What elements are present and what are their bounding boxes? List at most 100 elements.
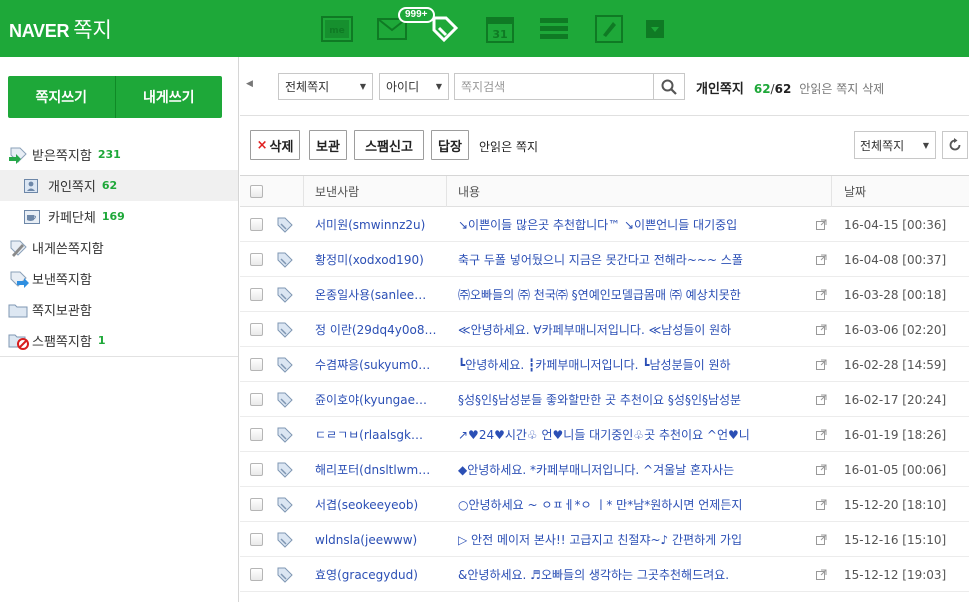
row-sender[interactable]: 황정미(xodxod190) <box>315 242 443 277</box>
refresh-button[interactable] <box>942 131 968 159</box>
table-row[interactable]: 온종일사용(sanlee… ㈜오빠들의 ㈜ 천국㈜ §연예인모델급몸매 ㈜ 예상치… <box>240 277 969 312</box>
table-row[interactable]: 효영(gracegydud) &안녕하세요. ♬오빠들의 생각하는 그곳추천해드려… <box>240 557 969 592</box>
sent-icon <box>10 271 29 288</box>
open-new-window-icon[interactable] <box>816 207 827 242</box>
row-content[interactable]: ▷ 안전 메이저 본사!! 고급지고 친절쟈~♪ 간편하게 가입 <box>458 522 798 557</box>
table-row[interactable]: 수겸쨔응(sukyum0… ┗안녕하세요. ┇카페부매니저입니다. ┗남성분들이 … <box>240 347 969 382</box>
open-new-window-icon[interactable] <box>816 382 827 417</box>
note-icon[interactable] <box>592 12 626 46</box>
folder-label: 개인쪽지 <box>48 180 96 195</box>
top-bar: NAVER 쪽지 me 999+ 31 <box>0 0 969 57</box>
delete-unread-link[interactable]: 안읽은 쪽지 삭제 <box>799 80 884 97</box>
table-row[interactable]: 황정미(xodxod190) 축구 두폴 넣어뒀으니 지금은 못간다고 전해라~~… <box>240 242 969 277</box>
row-content[interactable]: 축구 두폴 넣어뒀으니 지금은 못간다고 전해라~~~ 스폴 <box>458 242 798 277</box>
service-title[interactable]: 쪽지 <box>73 14 112 44</box>
row-sender[interactable]: 서겹(seokeeyeob) <box>315 487 443 522</box>
memo-icon[interactable]: me <box>320 12 354 46</box>
field-select[interactable]: 아이디 ▼ <box>379 73 449 100</box>
write-message-button[interactable]: 쪽지쓰기 <box>8 76 115 118</box>
message-icon <box>276 382 294 417</box>
row-content[interactable]: §성§인§남성분들 좋와할만한 곳 추천이요 §성§인§남성분 <box>458 382 798 417</box>
row-checkbox[interactable] <box>250 382 263 417</box>
row-checkbox[interactable] <box>250 207 263 242</box>
open-new-window-icon[interactable] <box>816 452 827 487</box>
calendar-icon[interactable]: 31 <box>483 12 517 46</box>
folder-sent[interactable]: 보낸쪽지함 <box>0 263 238 294</box>
reply-button[interactable]: 답장 <box>431 130 469 160</box>
row-checkbox[interactable] <box>250 347 263 382</box>
table-row[interactable]: ㄷㄹㄱㅂ(rlaalsgk… ↗♥24♥시간♧ 언♥니들 대기중인♧곳 추천이요 … <box>240 417 969 452</box>
row-checkbox[interactable] <box>250 417 263 452</box>
table-row[interactable]: 해리포터(dnsltlwm… ◆안녕하세요. *카페부매니저입니다. ^겨울날 혼… <box>240 452 969 487</box>
folder-self-notes[interactable]: 내게쓴쪽지함 <box>0 232 238 263</box>
row-sender[interactable]: 온종일사용(sanlee… <box>315 277 443 312</box>
row-content[interactable]: ↗♥24♥시간♧ 언♥니들 대기중인♧곳 추천이요 ^언♥니 <box>458 417 798 452</box>
folder-archive[interactable]: 쪽지보관함 <box>0 294 238 325</box>
sidebar-divider <box>0 356 238 357</box>
row-sender[interactable]: 정 이란(29dq4y0o8… <box>315 312 443 347</box>
row-content[interactable]: ↘이쁜이들 많은곳 추천합니다™ ↘이쁜언니들 대기중입 <box>458 207 798 242</box>
open-new-window-icon[interactable] <box>816 312 827 347</box>
row-content[interactable]: ◆안녕하세요. *카페부매니저입니다. ^겨울날 혼자사는 <box>458 452 798 487</box>
write-to-self-button[interactable]: 내게쓰기 <box>116 76 223 118</box>
folder-spam[interactable]: 스팸쪽지함 1 <box>0 325 238 356</box>
collapse-sidebar-icon[interactable]: ◀ <box>246 79 253 89</box>
row-content[interactable]: ≪안녕하세요. ∀카페부매니저입니다. ≪남성들이 원하 <box>458 312 798 347</box>
open-new-window-icon[interactable] <box>816 417 827 452</box>
dropdown-icon[interactable] <box>638 12 672 46</box>
unread-filter-link[interactable]: 안읽은 쪽지 <box>479 138 538 155</box>
select-all-checkbox[interactable] <box>250 176 263 207</box>
row-date: 15-12-12 [19:03] <box>844 567 947 582</box>
row-content[interactable]: ㈜오빠들의 ㈜ 천국㈜ §연예인모델급몸매 ㈜ 예상치못한 <box>458 277 798 312</box>
open-new-window-icon[interactable] <box>816 487 827 522</box>
row-content[interactable]: ┗안녕하세요. ┇카페부매니저입니다. ┗남성분들이 원하 <box>458 347 798 382</box>
open-new-window-icon[interactable] <box>816 277 827 312</box>
table-row[interactable]: 서겹(seokeeyeob) ○안녕하세요 ~ ㅇㅍㅔ*ㅇ ㅣ* 만*남*원하시면… <box>240 487 969 522</box>
row-checkbox[interactable] <box>250 312 263 347</box>
folder-inbox[interactable]: 받은쪽지함 231 <box>0 139 238 170</box>
list-icon[interactable] <box>537 12 571 46</box>
open-new-window-icon[interactable] <box>816 557 827 592</box>
row-sender[interactable]: wldnsla(jeewww) <box>315 522 443 557</box>
search-button[interactable] <box>653 73 685 100</box>
brand-logo[interactable]: NAVER 쪽지 <box>9 14 112 44</box>
folder-personal[interactable]: 개인쪽지 62 <box>0 170 238 201</box>
notification-badge: 999+ <box>398 7 435 23</box>
view-select[interactable]: 전체쪽지 ▼ <box>854 131 936 159</box>
row-checkbox[interactable] <box>250 452 263 487</box>
row-checkbox[interactable] <box>250 487 263 522</box>
row-sender[interactable]: 쥰이호야(kyungae… <box>315 382 443 417</box>
search-input[interactable]: 쪽지검색 <box>454 73 654 100</box>
row-checkbox[interactable] <box>250 242 263 277</box>
delete-button[interactable]: × 삭제 <box>250 130 300 160</box>
folder-cafe[interactable]: 카페단체 169 <box>0 201 238 232</box>
row-content[interactable]: &안녕하세요. ♬오빠들의 생각하는 그곳추천해드려요. <box>458 557 798 592</box>
table-row[interactable]: wldnsla(jeewww) ▷ 안전 메이저 본사!! 고급지고 친절쟈~♪ … <box>240 522 969 557</box>
person-icon <box>24 178 38 193</box>
table-row[interactable]: 정 이란(29dq4y0o8… ≪안녕하세요. ∀카페부매니저입니다. ≪남성들이… <box>240 312 969 347</box>
folder-count: 231 <box>97 148 121 161</box>
row-checkbox[interactable] <box>250 522 263 557</box>
row-sender[interactable]: ㄷㄹㄱㅂ(rlaalsgk… <box>315 417 443 452</box>
naver-logo[interactable]: NAVER <box>9 21 69 42</box>
row-sender[interactable]: 효영(gracegydud) <box>315 557 443 592</box>
spam-report-button[interactable]: 스팸신고 <box>354 130 424 160</box>
row-checkbox[interactable] <box>250 277 263 312</box>
keep-button[interactable]: 보관 <box>309 130 347 160</box>
open-new-window-icon[interactable] <box>816 242 827 277</box>
inbox-icon <box>9 147 27 164</box>
current-count: 62 <box>753 82 771 96</box>
row-date: 16-04-08 [00:37] <box>844 252 947 267</box>
table-row[interactable]: 쥰이호야(kyungae… §성§인§남성분들 좋와할만한 곳 추천이요 §성§인… <box>240 382 969 417</box>
row-date: 15-12-20 [18:10] <box>844 497 947 512</box>
open-new-window-icon[interactable] <box>816 522 827 557</box>
row-sender[interactable]: 해리포터(dnsltlwm… <box>315 452 443 487</box>
row-sender[interactable]: 서미원(smwinnz2u) <box>315 207 443 242</box>
row-sender[interactable]: 수겸쨔응(sukyum0… <box>315 347 443 382</box>
filter-select[interactable]: 전체쪽지 ▼ <box>278 73 373 100</box>
row-content[interactable]: ○안녕하세요 ~ ㅇㅍㅔ*ㅇ ㅣ* 만*남*원하시면 언제든지 <box>458 487 798 522</box>
table-row[interactable]: 서미원(smwinnz2u) ↘이쁜이들 많은곳 추천합니다™ ↘이쁜언니들 대기… <box>240 207 969 242</box>
col-content: 내용 <box>458 185 481 199</box>
row-checkbox[interactable] <box>250 557 263 592</box>
open-new-window-icon[interactable] <box>816 347 827 382</box>
